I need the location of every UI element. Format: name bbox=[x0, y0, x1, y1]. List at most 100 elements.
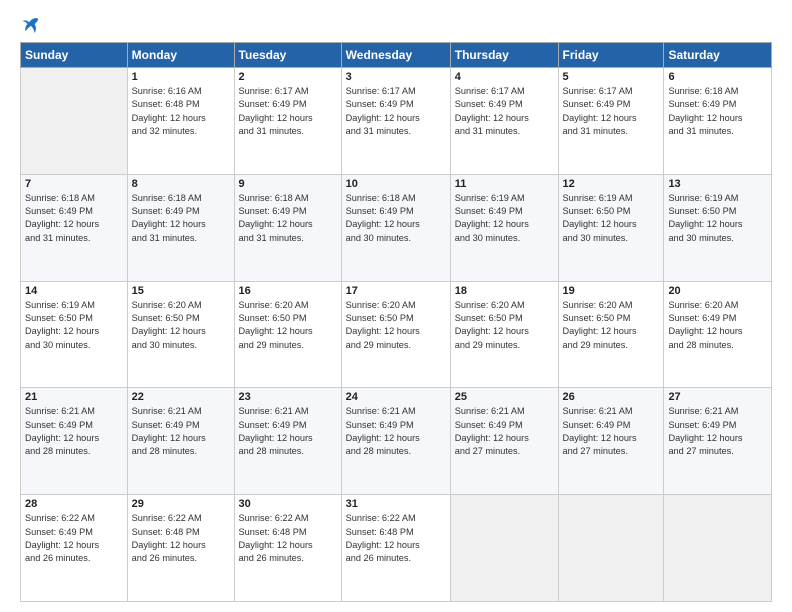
calendar-cell: 20Sunrise: 6:20 AM Sunset: 6:49 PM Dayli… bbox=[664, 281, 772, 388]
day-info: Sunrise: 6:21 AM Sunset: 6:49 PM Dayligh… bbox=[563, 405, 660, 458]
header bbox=[20, 16, 772, 34]
calendar-cell: 30 Sunrise: 6:22 AM Sunset: 6:48 PM Dayli… bbox=[234, 495, 341, 602]
calendar-cell: 1 Sunrise: 6:16 AM Sunset: 6:48 PM Daylig… bbox=[127, 68, 234, 175]
calendar-cell: 15 Sunrise: 6:20 AM Sunset: 6:50 PM Dayli… bbox=[127, 281, 234, 388]
day-number: 10 bbox=[346, 178, 446, 190]
calendar-cell: 11 Sunrise: 6:19 AM Sunset: 6:49 PM Dayli… bbox=[450, 174, 558, 281]
weekday-header-saturday: Saturday bbox=[664, 43, 772, 68]
calendar-cell: 22 Sunrise: 6:21 AM Sunset: 6:49 PM Dayli… bbox=[127, 388, 234, 495]
calendar-week-row: 21 Sunrise: 6:21 AM Sunset: 6:49 PM Dayli… bbox=[21, 388, 772, 495]
day-info: Sunrise: 6:20 AM Sunset: 6:50 PM Dayligh… bbox=[346, 299, 446, 352]
calendar-cell: 16Sunrise: 6:20 AM Sunset: 6:50 PM Dayli… bbox=[234, 281, 341, 388]
day-info: Sunrise: 6:19 AM Sunset: 6:50 PM Dayligh… bbox=[563, 192, 660, 245]
calendar-cell: 4Sunrise: 6:17 AM Sunset: 6:49 PM Daylig… bbox=[450, 68, 558, 175]
calendar-cell: 29 Sunrise: 6:22 AM Sunset: 6:48 PM Dayli… bbox=[127, 495, 234, 602]
calendar-week-row: 7 Sunrise: 6:18 AM Sunset: 6:49 PM Daylig… bbox=[21, 174, 772, 281]
day-number: 28 bbox=[25, 498, 123, 510]
day-info: Sunrise: 6:19 AM Sunset: 6:50 PM Dayligh… bbox=[668, 192, 767, 245]
logo-bird-icon bbox=[22, 16, 40, 34]
day-info: Sunrise: 6:18 AM Sunset: 6:49 PM Dayligh… bbox=[25, 192, 123, 245]
weekday-header-row: SundayMondayTuesdayWednesdayThursdayFrid… bbox=[21, 43, 772, 68]
day-info: Sunrise: 6:19 AM Sunset: 6:49 PM Dayligh… bbox=[455, 192, 554, 245]
day-number: 5 bbox=[563, 71, 660, 83]
day-number: 25 bbox=[455, 391, 554, 403]
day-info: Sunrise: 6:22 AM Sunset: 6:48 PM Dayligh… bbox=[239, 512, 337, 565]
day-info: Sunrise: 6:20 AM Sunset: 6:50 PM Dayligh… bbox=[455, 299, 554, 352]
day-info: Sunrise: 6:18 AM Sunset: 6:49 PM Dayligh… bbox=[346, 192, 446, 245]
day-number: 11 bbox=[455, 178, 554, 190]
day-number: 13 bbox=[668, 178, 767, 190]
day-info: Sunrise: 6:20 AM Sunset: 6:50 PM Dayligh… bbox=[239, 299, 337, 352]
page: SundayMondayTuesdayWednesdayThursdayFrid… bbox=[0, 0, 792, 612]
calendar-cell bbox=[664, 495, 772, 602]
day-info: Sunrise: 6:17 AM Sunset: 6:49 PM Dayligh… bbox=[563, 85, 660, 138]
day-number: 19 bbox=[563, 285, 660, 297]
calendar-week-row: 14Sunrise: 6:19 AM Sunset: 6:50 PM Dayli… bbox=[21, 281, 772, 388]
logo bbox=[20, 16, 40, 34]
day-info: Sunrise: 6:21 AM Sunset: 6:49 PM Dayligh… bbox=[25, 405, 123, 458]
calendar-cell bbox=[450, 495, 558, 602]
day-info: Sunrise: 6:22 AM Sunset: 6:49 PM Dayligh… bbox=[25, 512, 123, 565]
weekday-header-tuesday: Tuesday bbox=[234, 43, 341, 68]
day-number: 9 bbox=[239, 178, 337, 190]
day-number: 27 bbox=[668, 391, 767, 403]
calendar-cell: 13 Sunrise: 6:19 AM Sunset: 6:50 PM Dayli… bbox=[664, 174, 772, 281]
day-info: Sunrise: 6:21 AM Sunset: 6:49 PM Dayligh… bbox=[346, 405, 446, 458]
calendar-cell: 9 Sunrise: 6:18 AM Sunset: 6:49 PM Daylig… bbox=[234, 174, 341, 281]
day-number: 18 bbox=[455, 285, 554, 297]
day-number: 21 bbox=[25, 391, 123, 403]
day-number: 14 bbox=[25, 285, 123, 297]
day-number: 1 bbox=[132, 71, 230, 83]
day-number: 23 bbox=[239, 391, 337, 403]
calendar-cell: 27 Sunrise: 6:21 AM Sunset: 6:49 PM Dayli… bbox=[664, 388, 772, 495]
day-info: Sunrise: 6:20 AM Sunset: 6:49 PM Dayligh… bbox=[668, 299, 767, 352]
day-number: 2 bbox=[239, 71, 337, 83]
day-number: 6 bbox=[668, 71, 767, 83]
logo-text bbox=[20, 16, 40, 34]
calendar-table: SundayMondayTuesdayWednesdayThursdayFrid… bbox=[20, 42, 772, 602]
day-number: 30 bbox=[239, 498, 337, 510]
day-info: Sunrise: 6:21 AM Sunset: 6:49 PM Dayligh… bbox=[455, 405, 554, 458]
calendar-week-row: 28 Sunrise: 6:22 AM Sunset: 6:49 PM Dayli… bbox=[21, 495, 772, 602]
day-number: 12 bbox=[563, 178, 660, 190]
day-number: 15 bbox=[132, 285, 230, 297]
day-info: Sunrise: 6:18 AM Sunset: 6:49 PM Dayligh… bbox=[239, 192, 337, 245]
day-number: 29 bbox=[132, 498, 230, 510]
weekday-header-monday: Monday bbox=[127, 43, 234, 68]
calendar-cell: 31 Sunrise: 6:22 AM Sunset: 6:48 PM Dayli… bbox=[341, 495, 450, 602]
day-info: Sunrise: 6:17 AM Sunset: 6:49 PM Dayligh… bbox=[239, 85, 337, 138]
day-number: 8 bbox=[132, 178, 230, 190]
day-info: Sunrise: 6:18 AM Sunset: 6:49 PM Dayligh… bbox=[668, 85, 767, 138]
day-info: Sunrise: 6:20 AM Sunset: 6:50 PM Dayligh… bbox=[132, 299, 230, 352]
day-info: Sunrise: 6:20 AM Sunset: 6:50 PM Dayligh… bbox=[563, 299, 660, 352]
day-number: 3 bbox=[346, 71, 446, 83]
day-info: Sunrise: 6:22 AM Sunset: 6:48 PM Dayligh… bbox=[132, 512, 230, 565]
day-number: 31 bbox=[346, 498, 446, 510]
calendar-cell: 3 Sunrise: 6:17 AM Sunset: 6:49 PM Daylig… bbox=[341, 68, 450, 175]
weekday-header-thursday: Thursday bbox=[450, 43, 558, 68]
calendar-cell bbox=[558, 495, 664, 602]
day-info: Sunrise: 6:22 AM Sunset: 6:48 PM Dayligh… bbox=[346, 512, 446, 565]
calendar-cell: 7 Sunrise: 6:18 AM Sunset: 6:49 PM Daylig… bbox=[21, 174, 128, 281]
calendar-week-row: 1 Sunrise: 6:16 AM Sunset: 6:48 PM Daylig… bbox=[21, 68, 772, 175]
calendar-cell: 18 Sunrise: 6:20 AM Sunset: 6:50 PM Dayli… bbox=[450, 281, 558, 388]
weekday-header-wednesday: Wednesday bbox=[341, 43, 450, 68]
calendar-cell: 21 Sunrise: 6:21 AM Sunset: 6:49 PM Dayli… bbox=[21, 388, 128, 495]
day-number: 24 bbox=[346, 391, 446, 403]
day-info: Sunrise: 6:21 AM Sunset: 6:49 PM Dayligh… bbox=[668, 405, 767, 458]
calendar-cell: 12 Sunrise: 6:19 AM Sunset: 6:50 PM Dayli… bbox=[558, 174, 664, 281]
calendar-cell: 14Sunrise: 6:19 AM Sunset: 6:50 PM Dayli… bbox=[21, 281, 128, 388]
calendar-cell: 17Sunrise: 6:20 AM Sunset: 6:50 PM Dayli… bbox=[341, 281, 450, 388]
calendar-cell: 10 Sunrise: 6:18 AM Sunset: 6:49 PM Dayli… bbox=[341, 174, 450, 281]
day-number: 22 bbox=[132, 391, 230, 403]
calendar-cell: 28 Sunrise: 6:22 AM Sunset: 6:49 PM Dayli… bbox=[21, 495, 128, 602]
calendar-cell: 2 Sunrise: 6:17 AM Sunset: 6:49 PM Daylig… bbox=[234, 68, 341, 175]
calendar-cell: 26Sunrise: 6:21 AM Sunset: 6:49 PM Dayli… bbox=[558, 388, 664, 495]
calendar-cell: 6 Sunrise: 6:18 AM Sunset: 6:49 PM Daylig… bbox=[664, 68, 772, 175]
day-number: 7 bbox=[25, 178, 123, 190]
day-info: Sunrise: 6:17 AM Sunset: 6:49 PM Dayligh… bbox=[455, 85, 554, 138]
calendar-cell: 19 Sunrise: 6:20 AM Sunset: 6:50 PM Dayli… bbox=[558, 281, 664, 388]
day-info: Sunrise: 6:16 AM Sunset: 6:48 PM Dayligh… bbox=[132, 85, 230, 138]
day-info: Sunrise: 6:21 AM Sunset: 6:49 PM Dayligh… bbox=[132, 405, 230, 458]
day-info: Sunrise: 6:17 AM Sunset: 6:49 PM Dayligh… bbox=[346, 85, 446, 138]
